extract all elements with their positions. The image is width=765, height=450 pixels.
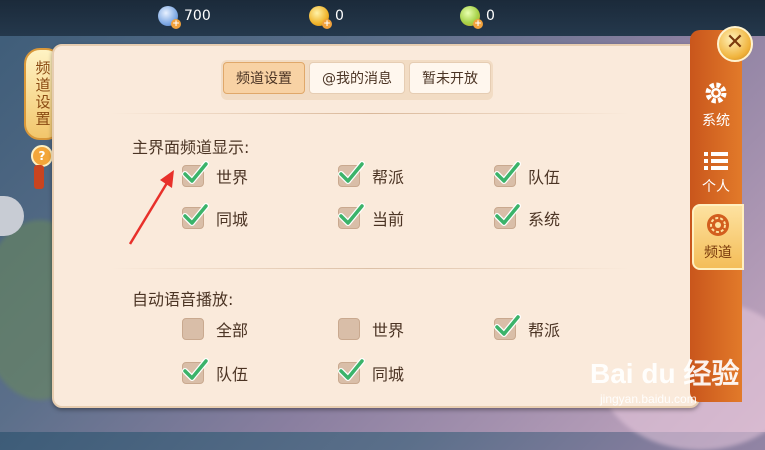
sub-tab-bar: 频道设置 @我的消息 暂未开放 [221,60,493,100]
checkbox[interactable] [338,358,365,384]
option-display-team[interactable]: 队伍 [494,161,561,188]
tab-my-messages[interactable]: @我的消息 [309,62,405,94]
side-tab-label: 频道 [704,245,732,261]
green-coin-icon: + [460,6,483,29]
gear-icon [705,82,727,104]
option-label: 当前 [372,210,405,229]
red-arrow-annotation [128,170,174,245]
gem-count: 700 [184,8,211,24]
side-tab-label: 系统 [702,113,730,129]
auto-voice-title: 自动语音播放: [132,290,234,309]
close-button[interactable]: ✕ [717,26,753,62]
channel-display-title: 主界面频道显示: [132,138,250,157]
checkbox[interactable] [338,161,365,187]
option-voice-city[interactable]: 同城 [338,358,405,385]
option-display-current[interactable]: 当前 [338,203,405,230]
currency-gold[interactable]: + 0 [309,6,344,29]
checkmark-icon [494,161,521,184]
checkmark-icon [494,203,521,226]
checkmark-icon [338,358,365,381]
option-display-world[interactable]: 世界 [182,161,249,188]
option-voice-team[interactable]: 队伍 [182,358,249,385]
option-voice-all[interactable]: 全部 [182,317,248,341]
tab-channel-settings[interactable]: 频道设置 [223,62,305,94]
watermark-url: jingyan.baidu.com [600,392,697,406]
divider [110,113,630,114]
checkmark-icon [494,314,521,337]
option-voice-guild[interactable]: 帮派 [494,314,561,341]
scroll-tag-label: 频道设置 [33,60,52,128]
currency-green[interactable]: + 0 [460,6,495,29]
option-label: 世界 [372,321,405,340]
gold-count: 0 [335,8,344,24]
checkbox[interactable] [338,318,360,340]
checkbox[interactable] [182,203,209,229]
option-label: 世界 [216,168,249,187]
option-voice-world[interactable]: 世界 [338,317,404,341]
checkmark-icon [338,161,365,184]
checkmark-icon [338,203,365,226]
option-label: 全部 [216,321,249,340]
aperture-icon [707,214,729,236]
baidu-watermark: Bai du 经验 jingyan.baidu.com [590,352,740,406]
option-display-city[interactable]: 同城 [182,203,249,230]
side-tab-channel[interactable]: 频道 [692,204,744,270]
option-display-guild[interactable]: 帮派 [338,161,405,188]
option-label: 系统 [528,210,561,229]
side-tab-label: 个人 [702,179,730,195]
tab-not-open[interactable]: 暂未开放 [409,62,491,94]
green-count: 0 [486,8,495,24]
option-label: 队伍 [528,168,561,187]
checkbox[interactable] [494,203,521,229]
checkmark-icon [182,161,209,184]
option-label: 帮派 [528,321,561,340]
option-label: 帮派 [372,168,405,187]
option-label: 同城 [216,210,249,229]
blue-gem-icon: + [158,6,181,29]
checkbox[interactable] [494,314,521,340]
divider [110,268,630,269]
side-tab-bar: 系统 个人 频道 [690,30,744,402]
checkbox[interactable] [182,161,209,187]
checkmark-icon [182,203,209,226]
checkbox[interactable] [338,203,365,229]
side-tab-personal[interactable]: 个人 [690,142,742,204]
gold-coin-icon: + [309,6,332,29]
checkbox[interactable] [494,161,521,187]
currency-bar: + 700 + 0 + 0 [0,0,765,36]
currency-gems[interactable]: + 700 [158,6,211,29]
checkbox[interactable] [182,318,204,340]
help-icon[interactable]: ? [31,145,53,167]
tassel-decoration [34,165,44,189]
checkbox[interactable] [182,358,209,384]
list-icon [704,152,728,170]
option-label: 队伍 [216,365,249,384]
option-display-system[interactable]: 系统 [494,203,561,230]
side-tab-system[interactable]: 系统 [690,74,742,136]
watermark-logo: Bai du 经验 [590,358,740,389]
checkmark-icon [182,358,209,381]
option-label: 同城 [372,365,405,384]
